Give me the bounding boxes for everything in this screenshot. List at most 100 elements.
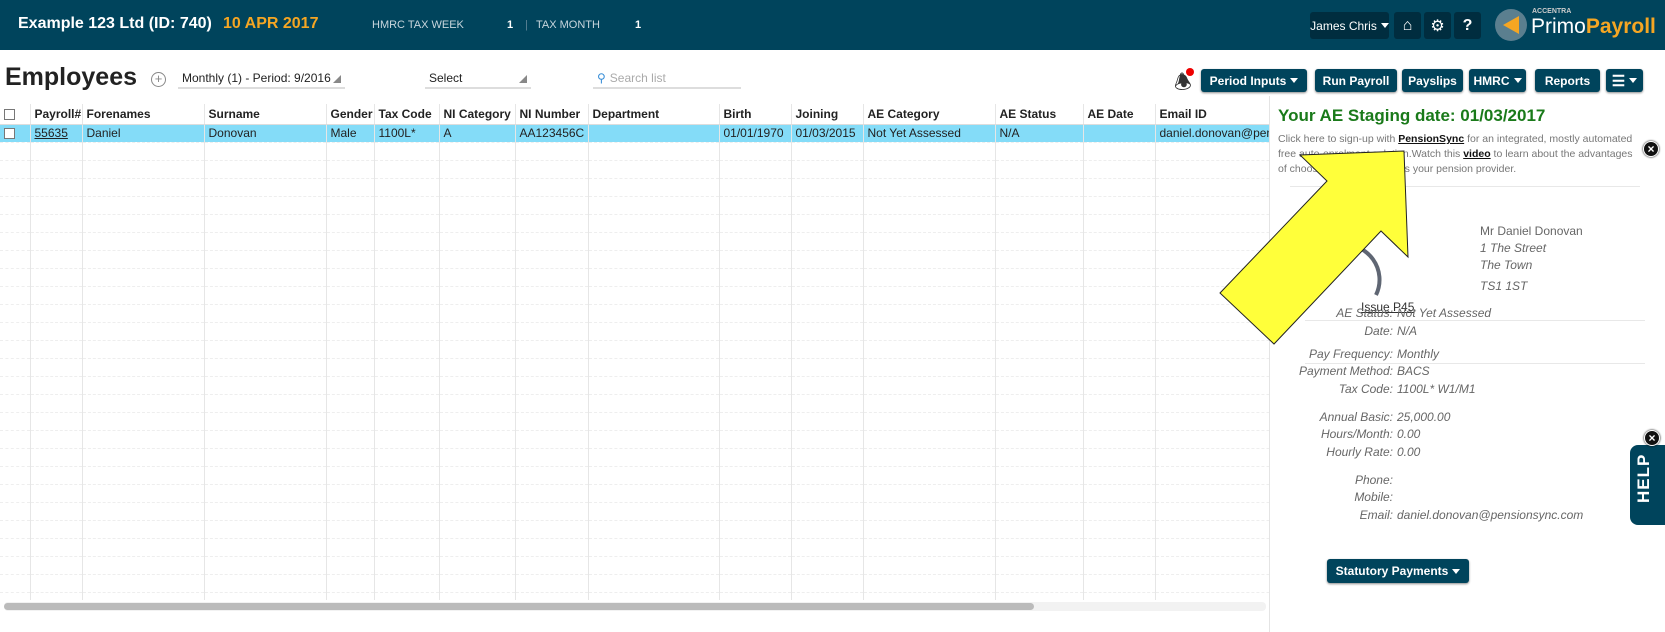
hmrc-button[interactable]: HMRC [1469, 69, 1526, 92]
column-header[interactable]: AE Date [1083, 104, 1156, 125]
run-payroll-button[interactable]: Run Payroll [1315, 69, 1397, 92]
empty-cell [791, 160, 864, 179]
row-select[interactable] [0, 124, 31, 143]
help-tab[interactable]: HELP [1630, 445, 1665, 525]
detail-label: AE Status: [1336, 306, 1393, 320]
empty-cell [326, 178, 375, 197]
menu-button[interactable]: ☰ [1606, 69, 1643, 92]
table-cell[interactable]: 55635 [30, 124, 83, 143]
empty-cell [588, 484, 720, 503]
column-header[interactable]: AE Status [995, 104, 1084, 125]
empty-cell [791, 322, 864, 341]
horizontal-scrollbar-thumb[interactable] [4, 603, 1034, 610]
empty-cell [374, 322, 440, 341]
empty-cell [791, 448, 864, 467]
empty-cell [0, 574, 31, 593]
help-button[interactable]: ? [1454, 12, 1481, 39]
column-header[interactable]: Surname [204, 104, 327, 125]
empty-cell [515, 286, 589, 305]
empty-cell [30, 340, 83, 359]
empty-cell [791, 286, 864, 305]
empty-cell [439, 232, 516, 251]
empty-cell [82, 484, 205, 503]
reports-button[interactable]: Reports [1535, 69, 1600, 92]
empty-cell [995, 322, 1084, 341]
filter-select[interactable]: Select [425, 69, 531, 89]
horizontal-scrollbar-track[interactable] [4, 602, 1266, 611]
row-checkbox[interactable] [4, 128, 15, 140]
empty-cell [1083, 448, 1156, 467]
home-button[interactable]: ⌂ [1394, 12, 1421, 39]
help-icon: ? [1462, 16, 1473, 34]
detail-value: 25,000.00 [1397, 410, 1451, 424]
empty-cell [326, 430, 375, 449]
pensionsync-link[interactable]: PensionSync [1398, 133, 1464, 145]
empty-cell [204, 178, 327, 197]
empty-cell [82, 232, 205, 251]
payslips-button[interactable]: Payslips [1402, 69, 1463, 92]
employee-table: Payroll# Forenames Surname Gender Tax Code NI… [0, 104, 1269, 600]
empty-cell [374, 394, 440, 413]
column-header[interactable]: AE Category [863, 104, 996, 125]
empty-cell [995, 358, 1084, 377]
dropdown-arrow-icon [333, 75, 341, 83]
column-header[interactable]: NI Number [515, 104, 589, 125]
empty-cell [374, 214, 440, 233]
empty-cell [791, 142, 864, 161]
empty-cell [995, 196, 1084, 215]
empty-cell [588, 412, 720, 431]
empty-cell [204, 430, 327, 449]
logo: PrimoPayroll [1531, 15, 1656, 39]
payroll-date: 10 APR 2017 [223, 15, 319, 32]
column-header[interactable]: Forenames [82, 104, 205, 125]
add-employee-icon[interactable]: + [151, 72, 166, 87]
empty-cell [1155, 268, 1269, 287]
close-help-icon[interactable]: × [1644, 430, 1660, 446]
table-row[interactable]: 55635 Daniel Donovan Male 1100L* A AA123456C 01… [0, 124, 1269, 143]
column-header[interactable]: Email ID [1155, 104, 1269, 125]
column-header[interactable]: Department [588, 104, 720, 125]
video-link[interactable]: video [1463, 148, 1490, 160]
notification-bell-icon[interactable]: 🕭 [1174, 68, 1194, 102]
column-header[interactable]: Tax Code [374, 104, 440, 125]
empty-cell [588, 358, 720, 377]
empty-cell [719, 286, 792, 305]
search-input[interactable]: ⚲ Search list [593, 69, 741, 89]
empty-cell [374, 358, 440, 377]
close-promo-icon[interactable]: × [1643, 141, 1659, 157]
empty-cell [791, 538, 864, 557]
empty-cell [374, 304, 440, 323]
settings-button[interactable]: ⚙ [1424, 12, 1451, 39]
period-inputs-button[interactable]: Period Inputs [1201, 69, 1307, 92]
checkbox[interactable] [4, 109, 15, 121]
column-header[interactable]: Joining [791, 104, 864, 125]
user-menu[interactable]: James Chris [1310, 12, 1389, 39]
empty-cell [204, 142, 327, 161]
empty-cell [588, 322, 720, 341]
column-header[interactable]: NI Category [439, 104, 516, 125]
empty-cell [439, 322, 516, 341]
empty-cell [863, 268, 996, 287]
empty-cell [588, 430, 720, 449]
table-cell [588, 124, 720, 143]
empty-cell [1083, 268, 1156, 287]
empty-cell [1083, 412, 1156, 431]
empty-cell [515, 556, 589, 575]
home-icon: ⌂ [1402, 16, 1413, 34]
logo-accentra: ACCENTRA [1532, 8, 1572, 15]
empty-cell [30, 538, 83, 557]
column-header[interactable]: Birth [719, 104, 792, 125]
empty-cell [374, 376, 440, 395]
select-all-checkbox[interactable] [0, 104, 31, 125]
empty-cell [791, 592, 864, 600]
empty-row [0, 520, 1269, 539]
empty-row [0, 592, 1269, 600]
statutory-payments-button[interactable]: Statutory Payments [1327, 559, 1469, 583]
detail-value: BACS [1397, 364, 1430, 378]
period-select[interactable]: Monthly (1) - Period: 9/2016 [178, 69, 345, 89]
empty-cell [204, 412, 327, 431]
user-name: James Chris [1310, 18, 1377, 33]
column-header[interactable]: Gender [326, 104, 375, 125]
empty-row [0, 322, 1269, 341]
column-header[interactable]: Payroll# [30, 104, 83, 125]
